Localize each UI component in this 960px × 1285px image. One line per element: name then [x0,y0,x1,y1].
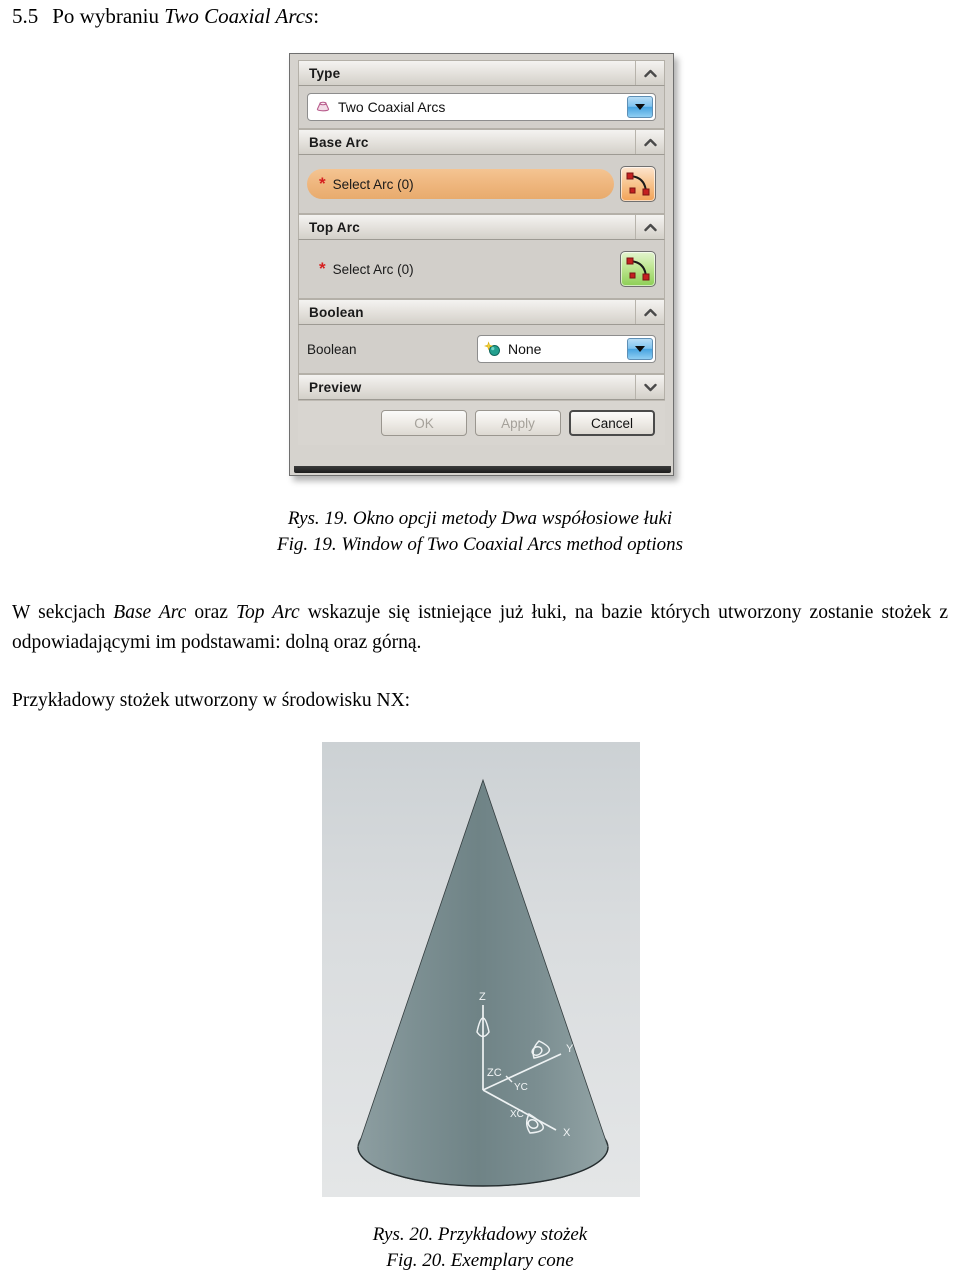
group-header-top-arc[interactable]: Top Arc [298,214,665,240]
base-arc-select-label: Select Arc (0) [332,176,414,192]
boolean-field-label: Boolean [307,341,357,357]
group-header-type[interactable]: Type [298,60,665,86]
apply-button[interactable]: Apply [475,410,561,436]
boolean-combo-value: None [508,341,542,357]
axis-label-yc: YC [514,1082,528,1093]
group-title-boolean: Boolean [309,304,364,320]
group-title-type: Type [309,65,341,81]
base-arc-select-button[interactable]: * Select Arc (0) [307,169,614,199]
group-header-base-arc[interactable]: Base Arc [298,129,665,155]
boolean-none-icon [484,341,502,357]
page-heading: 5.5 Po wybraniu Two Coaxial Arcs: [12,2,319,30]
para1-italic-base-arc: Base Arc [113,602,187,623]
cone-render: Z ZC Y YC X XC [322,742,640,1197]
group-header-boolean[interactable]: Boolean [298,299,665,325]
chevron-up-icon-boolean[interactable] [635,300,664,324]
top-arc-select-label: Select Arc (0) [332,261,414,277]
caption-19-line-en: Fig. 19. Window of Two Coaxial Arcs meth… [276,534,684,555]
required-asterisk-icon-top-arc: * [319,258,326,278]
figure-caption-19: Rys. 19. Okno opcji metody Dwa współosio… [0,506,960,558]
axis-label-xc: XC [510,1109,524,1120]
body-paragraph-1: W sekcjach Base Arc oraz Top Arc wskazuj… [12,598,948,658]
caption-20-line-en: Fig. 20. Exemplary cone [386,1250,574,1271]
heading-italic-term: Two Coaxial Arcs [164,4,314,28]
para1-seg2: oraz [186,602,236,623]
group-title-base-arc: Base Arc [309,134,369,150]
group-title-top-arc: Top Arc [309,219,360,235]
group-title-preview: Preview [309,379,362,395]
ok-button[interactable]: OK [381,410,467,436]
base-arc-select-row: * Select Arc (0) [307,162,656,206]
group-body-top-arc: * Select Arc (0) [298,240,665,299]
cone-figure-image: Z ZC Y YC X XC [322,742,640,1197]
chevron-down-icon-preview[interactable] [635,375,664,399]
group-body-base-arc: * Select Arc (0) [298,155,665,214]
chevron-down-icon-type-combo[interactable] [627,96,653,118]
axis-label-x: X [563,1127,571,1139]
group-header-preview[interactable]: Preview [298,374,665,400]
boolean-row: Boolean None [307,332,656,366]
group-body-type: Two Coaxial Arcs [298,86,665,129]
type-combo[interactable]: Two Coaxial Arcs [307,93,656,121]
axis-label-y: Y [566,1043,574,1055]
arc-curve-icon-top-arc[interactable] [620,251,656,287]
arc-curve-icon-base-arc[interactable] [620,166,656,202]
heading-number: 5.5 [12,4,39,28]
axis-label-z: Z [479,991,486,1003]
top-arc-select-button[interactable]: * Select Arc (0) [307,254,614,284]
type-combo-value: Two Coaxial Arcs [338,99,446,115]
cancel-button[interactable]: Cancel [569,410,655,436]
heading-text-before: Po wybraniu [52,4,165,28]
boolean-combo[interactable]: None [477,335,656,363]
body-paragraph-2: Przykładowy stożek utworzony w środowisk… [12,690,411,711]
dialog-button-bar: OK Apply Cancel [298,400,665,445]
para1-italic-top-arc: Top Arc [235,602,300,623]
window-bottom-lip [294,466,671,473]
group-body-boolean: Boolean None [298,325,665,374]
para1-seg1: W sekcjach [12,602,114,623]
chevron-up-icon-type[interactable] [635,61,664,85]
caption-19-line-pl: Rys. 19. Okno opcji metody Dwa współosio… [287,508,673,529]
caption-20-line-pl: Rys. 20. Przykładowy stożek [372,1224,588,1245]
chevron-down-icon-boolean-combo[interactable] [627,338,653,360]
top-arc-select-row: * Select Arc (0) [307,247,656,291]
heading-text-after: : [313,4,320,28]
required-asterisk-icon-base-arc: * [319,173,326,193]
chevron-up-icon-base-arc[interactable] [635,130,664,154]
axis-label-zc: ZC [487,1067,502,1079]
nx-cone-dialog: Type Two Coaxial Arcs Base Arc * Select … [289,53,674,476]
chevron-up-icon-top-arc[interactable] [635,215,664,239]
cone-shape-icon [314,100,332,115]
figure-caption-20: Rys. 20. Przykładowy stożek Fig. 20. Exe… [0,1222,960,1274]
